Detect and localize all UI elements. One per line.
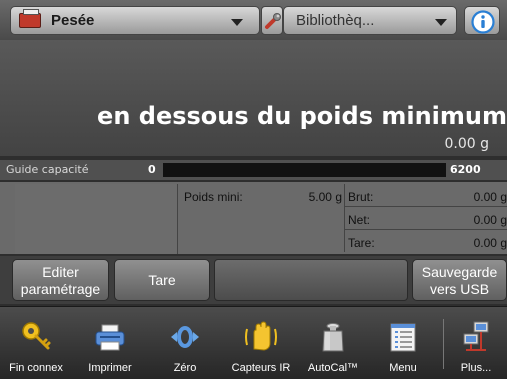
key-icon — [22, 322, 51, 350]
edit-settings-line2: paramétrage — [20, 281, 101, 297]
info-button[interactable] — [464, 6, 500, 35]
autocal-button[interactable]: AutoCal™ — [300, 307, 366, 379]
application-name: Pesée — [51, 12, 95, 29]
tare-value: 0.00 g — [473, 236, 507, 250]
library-label: Bibliothèq... — [296, 12, 375, 29]
column-divider — [344, 184, 345, 252]
network-icon — [463, 321, 489, 351]
edit-settings-line1: Editer — [42, 264, 79, 280]
weight-info-panel: Poids mini: 5.00 g Brut: 0.00 g Net: 0.0… — [0, 182, 507, 254]
wrench-icon — [265, 13, 281, 29]
gross-value: 0.00 g — [473, 190, 507, 204]
menu-icon — [390, 323, 416, 352]
toolbar-separator — [443, 319, 444, 369]
gross-label: Brut: — [348, 190, 374, 204]
print-button[interactable]: Imprimer — [72, 307, 148, 379]
capacity-guide: Guide capacité 0 6200 — [0, 160, 507, 180]
capacity-min: 0 — [148, 163, 156, 176]
action-buttons: Editer paramétrage Tare Sauvegarde vers … — [0, 256, 507, 304]
row-divider — [345, 229, 507, 230]
zero-label: Zéro — [173, 362, 197, 374]
min-weight-label: Poids mini: — [184, 190, 243, 204]
edit-settings-button[interactable]: Editer paramétrage — [12, 259, 109, 301]
min-weight-value: 5.00 g — [308, 190, 342, 204]
printer-icon — [95, 324, 125, 351]
save-usb-line1: Sauvegarde — [421, 264, 498, 280]
info-icon — [471, 10, 495, 34]
zero-icon — [171, 326, 199, 348]
bottom-toolbar: Fin connex Imprimer Zéro Capteurs IR Aut… — [0, 306, 507, 379]
info-blank-cell — [15, 184, 178, 254]
status-message: en dessous du poids minimum — [97, 102, 507, 130]
capacity-max: 6200 — [450, 163, 481, 176]
more-label: Plus... — [460, 362, 492, 374]
empty-button-slot — [214, 259, 408, 301]
tare-button[interactable]: Tare — [114, 259, 210, 301]
chevron-down-icon — [231, 19, 243, 26]
logout-button[interactable]: Fin connex — [0, 307, 72, 379]
library-dropdown[interactable]: Bibliothèq... — [283, 6, 457, 35]
capacity-label: Guide capacité — [6, 163, 89, 176]
ir-sensors-button[interactable]: Capteurs IR — [222, 307, 300, 379]
row-divider — [345, 206, 507, 207]
autocal-label: AutoCal™ — [307, 362, 359, 374]
calibration-weight-icon — [322, 323, 344, 352]
menu-button[interactable]: Menu — [366, 307, 440, 379]
settings-button[interactable] — [261, 6, 283, 35]
weight-display: en dessous du poids minimum 0.00 g — [0, 40, 507, 156]
more-button[interactable]: Plus... — [445, 307, 507, 379]
logout-label: Fin connex — [9, 362, 63, 374]
net-label: Net: — [348, 213, 371, 227]
weighing-app-icon — [19, 9, 41, 28]
ir-sensors-label: Capteurs IR — [231, 362, 291, 374]
application-dropdown[interactable]: Pesée — [10, 6, 260, 35]
chevron-down-icon — [435, 19, 447, 26]
print-label: Imprimer — [88, 362, 132, 374]
net-value: 0.00 g — [473, 213, 507, 227]
top-bar: Pesée Bibliothèq... — [0, 0, 507, 40]
save-usb-line2: vers USB — [429, 281, 490, 297]
zero-button[interactable]: Zéro — [148, 307, 222, 379]
save-to-usb-button[interactable]: Sauvegarde vers USB — [412, 259, 507, 301]
hand-sensor-icon — [245, 321, 277, 351]
weight-reading: 0.00 g — [444, 136, 489, 152]
tare-label: Tare: — [348, 236, 375, 250]
capacity-bar — [163, 163, 446, 177]
menu-label: Menu — [389, 362, 417, 374]
